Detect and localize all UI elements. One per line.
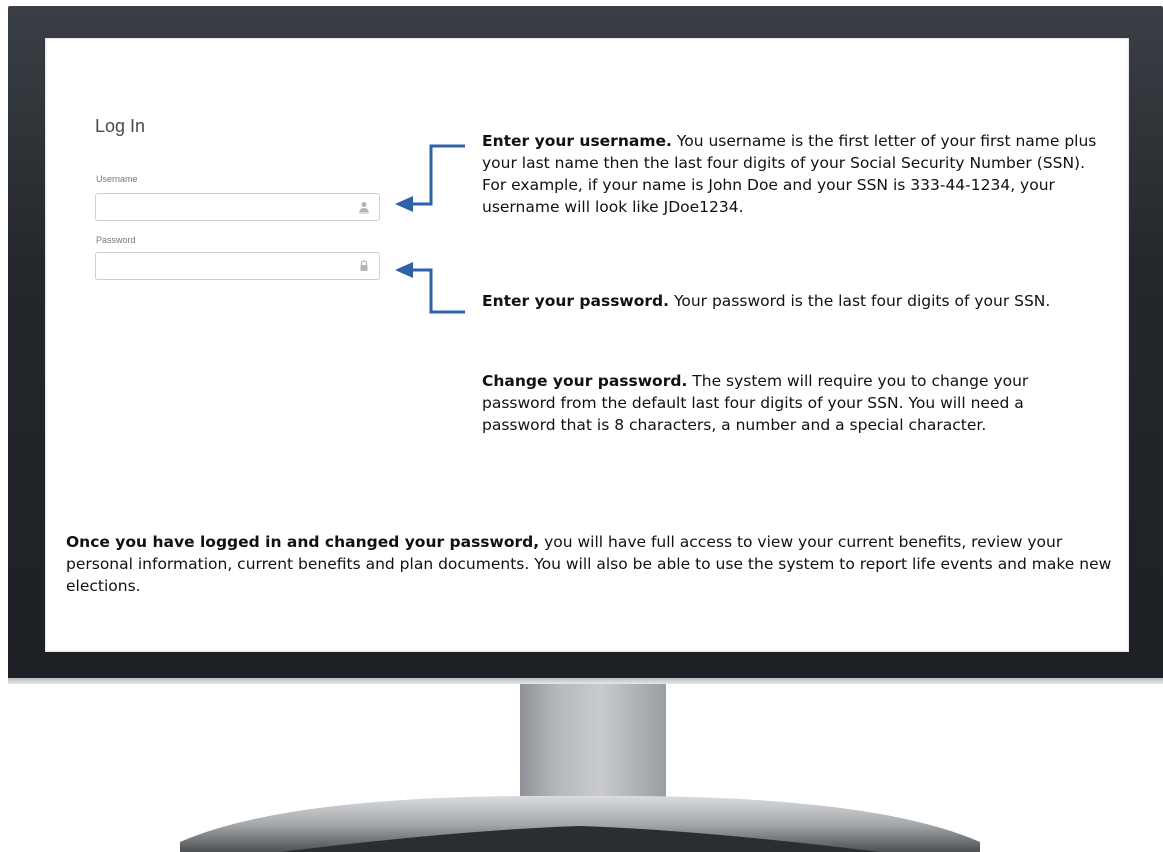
- password-instruction-heading: Enter your password.: [482, 292, 670, 310]
- change-password-instruction-heading: Change your password.: [482, 372, 688, 390]
- username-instruction: Enter your username. You username is the…: [482, 130, 1102, 218]
- login-title: Log In: [95, 116, 146, 136]
- password-label: Password: [96, 235, 136, 245]
- post-login-instruction-heading: Once you have logged in and changed your…: [66, 533, 540, 551]
- username-arrow: [395, 144, 465, 212]
- password-arrow: [395, 262, 465, 314]
- monitor-stand-base: [180, 796, 980, 852]
- lock-icon: [360, 260, 368, 271]
- post-login-instruction: Once you have logged in and changed your…: [66, 531, 1116, 597]
- password-instruction: Enter your password. Your password is th…: [482, 290, 1102, 312]
- user-icon: [359, 202, 369, 214]
- username-label: Username: [96, 174, 138, 184]
- password-instruction-body: Your password is the last four digits of…: [673, 292, 1051, 310]
- change-password-instruction: Change your password. The system will re…: [482, 370, 1072, 436]
- username-instruction-heading: Enter your username.: [482, 132, 672, 150]
- password-input[interactable]: [95, 252, 380, 280]
- monitor-stand-neck: [520, 684, 666, 804]
- username-input[interactable]: [95, 193, 380, 221]
